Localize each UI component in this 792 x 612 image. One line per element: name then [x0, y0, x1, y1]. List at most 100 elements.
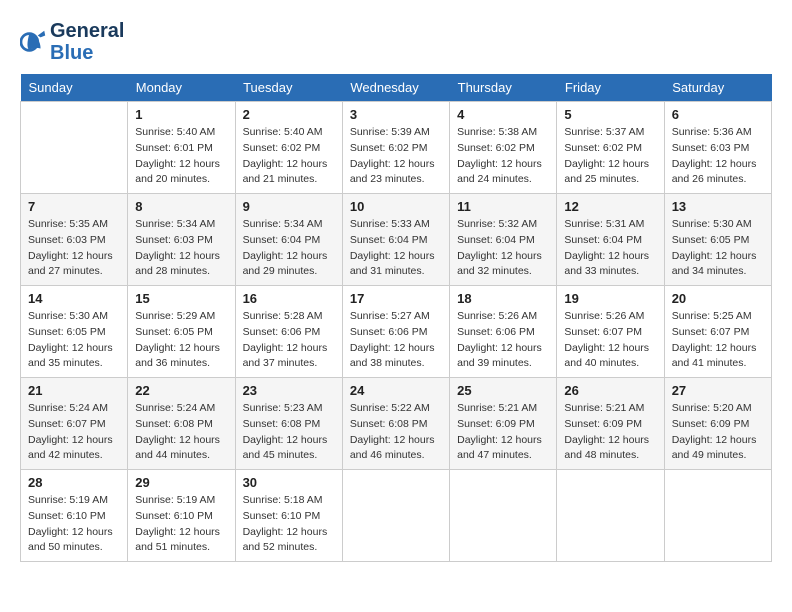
day-number: 2 [243, 107, 335, 122]
day-number: 5 [564, 107, 656, 122]
day-number: 26 [564, 383, 656, 398]
day-cell: 16Sunrise: 5:28 AMSunset: 6:06 PMDayligh… [235, 286, 342, 378]
day-info: Sunrise: 5:26 AMSunset: 6:07 PMDaylight:… [564, 309, 656, 372]
day-info: Sunrise: 5:22 AMSunset: 6:08 PMDaylight:… [350, 401, 442, 464]
weekday-header-monday: Monday [128, 74, 235, 102]
page-header: General Blue [20, 20, 772, 64]
day-info: Sunrise: 5:24 AMSunset: 6:08 PMDaylight:… [135, 401, 227, 464]
day-cell: 30 Sunrise: 5:18 AMSunset: 6:10 PMDayligh… [235, 470, 342, 562]
day-info: Sunrise: 5:20 AMSunset: 6:09 PMDaylight:… [672, 401, 764, 464]
day-cell: 28Sunrise: 5:19 AMSunset: 6:10 PMDayligh… [21, 470, 128, 562]
day-cell [664, 470, 771, 562]
day-cell: 14 Sunrise: 5:30 AMSunset: 6:05 PMDayligh… [21, 286, 128, 378]
day-number: 19 [564, 291, 656, 306]
day-number: 23 [243, 383, 335, 398]
day-number: 21 [28, 383, 120, 398]
logo: General Blue [20, 20, 124, 64]
day-info: Sunrise: 5:21 AMSunset: 6:09 PMDaylight:… [457, 401, 549, 464]
day-info: Sunrise: 5:26 AMSunset: 6:06 PMDaylight:… [457, 309, 549, 372]
day-info: Sunrise: 5:19 AMSunset: 6:10 PMDaylight:… [135, 493, 227, 556]
day-info: Sunrise: 5:36 AMSunset: 6:03 PMDaylight:… [672, 125, 764, 188]
day-cell [557, 470, 664, 562]
day-info: Sunrise: 5:35 AMSunset: 6:03 PMDaylight:… [28, 217, 120, 280]
day-cell: 11Sunrise: 5:32 AMSunset: 6:04 PMDayligh… [450, 194, 557, 286]
logo-icon [20, 28, 48, 56]
day-number: 20 [672, 291, 764, 306]
day-info: Sunrise: 5:25 AMSunset: 6:07 PMDaylight:… [672, 309, 764, 372]
weekday-header-tuesday: Tuesday [235, 74, 342, 102]
weekday-header-wednesday: Wednesday [342, 74, 449, 102]
day-number: 30 [243, 475, 335, 490]
day-number: 9 [243, 199, 335, 214]
weekday-header-friday: Friday [557, 74, 664, 102]
day-number: 4 [457, 107, 549, 122]
day-cell: 5 Sunrise: 5:37 AMSunset: 6:02 PMDaylight… [557, 102, 664, 194]
day-info: Sunrise: 5:38 AMSunset: 6:02 PMDaylight:… [457, 125, 549, 188]
day-cell [450, 470, 557, 562]
day-number: 18 [457, 291, 549, 306]
weekday-header-row: SundayMondayTuesdayWednesdayThursdayFrid… [21, 74, 772, 102]
day-cell: 27 Sunrise: 5:20 AMSunset: 6:09 PMDayligh… [664, 378, 771, 470]
day-number: 14 [28, 291, 120, 306]
day-number: 13 [672, 199, 764, 214]
day-number: 25 [457, 383, 549, 398]
weekday-header-sunday: Sunday [21, 74, 128, 102]
day-number: 15 [135, 291, 227, 306]
day-info: Sunrise: 5:18 AMSunset: 6:10 PMDaylight:… [243, 493, 335, 556]
day-cell: 8 Sunrise: 5:34 AMSunset: 6:03 PMDaylight… [128, 194, 235, 286]
day-number: 29 [135, 475, 227, 490]
day-info: Sunrise: 5:30 AMSunset: 6:05 PMDaylight:… [28, 309, 120, 372]
day-cell: 13 Sunrise: 5:30 AMSunset: 6:05 PMDayligh… [664, 194, 771, 286]
day-cell: 26 Sunrise: 5:21 AMSunset: 6:09 PMDayligh… [557, 378, 664, 470]
day-number: 7 [28, 199, 120, 214]
week-row-4: 21 Sunrise: 5:24 AMSunset: 6:07 PMDayligh… [21, 378, 772, 470]
day-number: 11 [457, 199, 549, 214]
day-cell: 2 Sunrise: 5:40 AMSunset: 6:02 PMDaylight… [235, 102, 342, 194]
day-cell: 20 Sunrise: 5:25 AMSunset: 6:07 PMDayligh… [664, 286, 771, 378]
day-cell: 3Sunrise: 5:39 AMSunset: 6:02 PMDaylight… [342, 102, 449, 194]
day-cell: 12Sunrise: 5:31 AMSunset: 6:04 PMDayligh… [557, 194, 664, 286]
day-cell: 22 Sunrise: 5:24 AMSunset: 6:08 PMDayligh… [128, 378, 235, 470]
day-number: 8 [135, 199, 227, 214]
day-number: 3 [350, 107, 442, 122]
day-info: Sunrise: 5:40 AMSunset: 6:02 PMDaylight:… [243, 125, 335, 188]
day-info: Sunrise: 5:21 AMSunset: 6:09 PMDaylight:… [564, 401, 656, 464]
logo-text: General Blue [50, 20, 124, 64]
day-cell: 23Sunrise: 5:23 AMSunset: 6:08 PMDayligh… [235, 378, 342, 470]
day-info: Sunrise: 5:28 AMSunset: 6:06 PMDaylight:… [243, 309, 335, 372]
day-cell: 15Sunrise: 5:29 AMSunset: 6:05 PMDayligh… [128, 286, 235, 378]
day-number: 1 [135, 107, 227, 122]
day-cell: 25 Sunrise: 5:21 AMSunset: 6:09 PMDayligh… [450, 378, 557, 470]
week-row-2: 7 Sunrise: 5:35 AMSunset: 6:03 PMDaylight… [21, 194, 772, 286]
day-cell: 18 Sunrise: 5:26 AMSunset: 6:06 PMDayligh… [450, 286, 557, 378]
day-cell: 21 Sunrise: 5:24 AMSunset: 6:07 PMDayligh… [21, 378, 128, 470]
weekday-header-saturday: Saturday [664, 74, 771, 102]
day-number: 17 [350, 291, 442, 306]
day-cell: 4 Sunrise: 5:38 AMSunset: 6:02 PMDaylight… [450, 102, 557, 194]
day-info: Sunrise: 5:33 AMSunset: 6:04 PMDaylight:… [350, 217, 442, 280]
day-number: 27 [672, 383, 764, 398]
day-number: 22 [135, 383, 227, 398]
day-cell: 17 Sunrise: 5:27 AMSunset: 6:06 PMDayligh… [342, 286, 449, 378]
day-info: Sunrise: 5:31 AMSunset: 6:04 PMDaylight:… [564, 217, 656, 280]
day-cell [342, 470, 449, 562]
day-number: 24 [350, 383, 442, 398]
week-row-5: 28 Sunrise: 5:19 AMSunset: 6:10 PMDayligh… [21, 470, 772, 562]
day-info: Sunrise: 5:30 AMSunset: 6:05 PMDaylight:… [672, 217, 764, 280]
day-info: Sunrise: 5:34 AMSunset: 6:04 PMDaylight:… [243, 217, 335, 280]
day-cell [21, 102, 128, 194]
day-info: Sunrise: 5:24 AMSunset: 6:07 PMDaylight:… [28, 401, 120, 464]
day-cell: 24 Sunrise: 5:22 AMSunset: 6:08 PMDayligh… [342, 378, 449, 470]
day-info: Sunrise: 5:27 AMSunset: 6:06 PMDaylight:… [350, 309, 442, 372]
day-cell: 7 Sunrise: 5:35 AMSunset: 6:03 PMDaylight… [21, 194, 128, 286]
day-cell: 1Sunrise: 5:40 AMSunset: 6:01 PMDaylight… [128, 102, 235, 194]
day-number: 28 [28, 475, 120, 490]
day-cell: 6 Sunrise: 5:36 AMSunset: 6:03 PMDaylight… [664, 102, 771, 194]
day-cell: 10Sunrise: 5:33 AMSunset: 6:04 PMDayligh… [342, 194, 449, 286]
day-number: 6 [672, 107, 764, 122]
day-info: Sunrise: 5:37 AMSunset: 6:02 PMDaylight:… [564, 125, 656, 188]
day-info: Sunrise: 5:34 AMSunset: 6:03 PMDaylight:… [135, 217, 227, 280]
day-cell: 9 Sunrise: 5:34 AMSunset: 6:04 PMDaylight… [235, 194, 342, 286]
calendar-table: SundayMondayTuesdayWednesdayThursdayFrid… [20, 74, 772, 562]
day-cell: 19 Sunrise: 5:26 AMSunset: 6:07 PMDayligh… [557, 286, 664, 378]
